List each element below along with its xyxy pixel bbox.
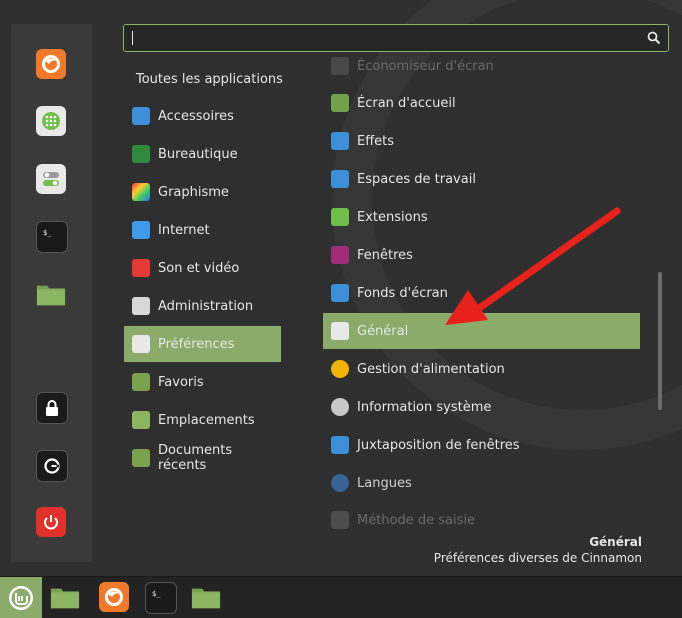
category-label: Accessoires xyxy=(158,108,234,124)
svg-text:$_: $_ xyxy=(152,590,161,598)
windows-icon xyxy=(331,246,349,264)
category-label: Bureautique xyxy=(158,146,238,162)
play-icon xyxy=(132,259,150,277)
app-fonds-ecran[interactable]: Fonds d'écran xyxy=(323,275,640,311)
firefox-icon[interactable] xyxy=(36,49,66,79)
graphics-icon xyxy=(132,183,150,201)
category-administration[interactable]: Administration xyxy=(124,288,281,324)
folder-icon[interactable] xyxy=(36,279,66,309)
category-accessoires[interactable]: Accessoires xyxy=(124,98,281,134)
category-label: Internet xyxy=(158,222,210,238)
taskbar-files-icon[interactable] xyxy=(50,582,80,612)
star-folder-icon xyxy=(132,373,150,391)
software-manager-icon[interactable] xyxy=(36,106,66,136)
selected-app-description: Préférences diverses de Cinnamon xyxy=(433,551,642,565)
category-all-applications[interactable]: Toutes les applications xyxy=(136,72,283,87)
wand-icon xyxy=(331,132,349,150)
category-favoris[interactable]: Favoris xyxy=(124,364,281,400)
category-graphisme[interactable]: Graphisme xyxy=(124,174,281,210)
category-label: Graphisme xyxy=(158,184,229,200)
app-label: Général xyxy=(357,323,409,339)
app-label: Espaces de travail xyxy=(357,171,476,187)
taskbar-terminal-icon[interactable]: $_ xyxy=(145,582,177,614)
category-label: Préférences xyxy=(158,336,235,352)
apps-scrollbar[interactable] xyxy=(658,272,662,410)
search-input[interactable] xyxy=(130,28,644,50)
mint-logo-icon xyxy=(331,94,349,112)
scissors-icon xyxy=(132,107,150,125)
app-fenetres[interactable]: Fenêtres xyxy=(323,237,640,273)
app-label: Information système xyxy=(357,399,492,415)
category-label: Favoris xyxy=(158,374,204,390)
category-label: Documents récents xyxy=(158,443,233,473)
workspaces-icon xyxy=(331,170,349,188)
category-internet[interactable]: Internet xyxy=(124,212,281,248)
app-label: Fonds d'écran xyxy=(357,285,448,301)
menu-window: $_ Toutes les applications Accessoires B… xyxy=(0,0,682,576)
app-general[interactable]: Général xyxy=(323,313,640,349)
app-juxtaposition-fenetres[interactable]: Juxtaposition de fenêtres xyxy=(323,427,640,463)
search-box[interactable] xyxy=(123,24,669,52)
category-label: Son et vidéo xyxy=(158,260,240,276)
folder-icon xyxy=(132,411,150,429)
app-label: Fenêtres xyxy=(357,247,413,263)
category-label: Emplacements xyxy=(158,412,255,428)
app-label: Langues xyxy=(357,475,412,491)
app-effets[interactable]: Effets xyxy=(323,123,640,159)
category-emplacements[interactable]: Emplacements xyxy=(124,402,281,438)
app-ecran-accueil[interactable]: Écran d'accueil xyxy=(323,85,640,121)
app-espaces-de-travail[interactable]: Espaces de travail xyxy=(323,161,640,197)
app-information-systeme[interactable]: Information système xyxy=(323,389,640,425)
app-label: Juxtaposition de fenêtres xyxy=(357,437,520,453)
mint-logo-icon xyxy=(9,585,33,610)
app-label: Effets xyxy=(357,133,395,149)
search-icon[interactable] xyxy=(647,31,661,45)
toggles-icon xyxy=(331,322,349,340)
category-documents-recents[interactable]: Documents récents xyxy=(124,440,281,476)
toggles-icon xyxy=(132,335,150,353)
selected-app-title: Général xyxy=(589,535,642,549)
app-label: Économiseur d'écran xyxy=(357,58,494,74)
cloud-icon xyxy=(132,221,150,239)
terminal-icon[interactable]: $_ xyxy=(36,221,68,253)
screensaver-icon xyxy=(331,57,349,75)
app-methode-de-saisie[interactable]: Méthode de saisie xyxy=(323,503,640,537)
svg-text:$_: $_ xyxy=(43,229,52,237)
puzzle-icon xyxy=(331,208,349,226)
tiling-icon xyxy=(331,436,349,454)
app-label: Gestion d'alimentation xyxy=(357,361,505,377)
taskbar-firefox-icon[interactable] xyxy=(99,582,129,612)
app-langues[interactable]: Langues xyxy=(323,465,640,501)
app-label: Méthode de saisie xyxy=(357,512,476,528)
favorites-sidebar: $_ xyxy=(11,24,92,562)
keyboard-icon xyxy=(331,511,349,529)
taskbar-folder-icon[interactable] xyxy=(191,582,221,612)
office-icon xyxy=(132,145,150,163)
category-son-et-video[interactable]: Son et vidéo xyxy=(124,250,281,286)
app-economiseur-ecran[interactable]: Économiseur d'écran xyxy=(323,56,640,76)
lock-screen-icon[interactable] xyxy=(36,392,68,424)
app-label: Extensions xyxy=(357,209,428,225)
taskbar: $_ xyxy=(0,576,682,618)
wallpaper-icon xyxy=(331,284,349,302)
recent-folder-icon xyxy=(132,449,150,467)
category-bureautique[interactable]: Bureautique xyxy=(124,136,281,172)
power-bolt-icon xyxy=(331,360,349,378)
app-gestion-alimentation[interactable]: Gestion d'alimentation xyxy=(323,351,640,387)
logout-icon[interactable] xyxy=(36,450,68,482)
app-label: Écran d'accueil xyxy=(357,95,456,111)
app-extensions[interactable]: Extensions xyxy=(323,199,640,235)
globe-icon xyxy=(331,474,349,492)
category-preferences[interactable]: Préférences xyxy=(124,326,281,362)
system-settings-icon[interactable] xyxy=(36,164,66,194)
gear-icon xyxy=(331,398,349,416)
toggles-icon xyxy=(132,297,150,315)
power-icon[interactable] xyxy=(36,507,66,537)
menu-button[interactable] xyxy=(0,577,42,618)
category-label: Administration xyxy=(158,298,254,314)
